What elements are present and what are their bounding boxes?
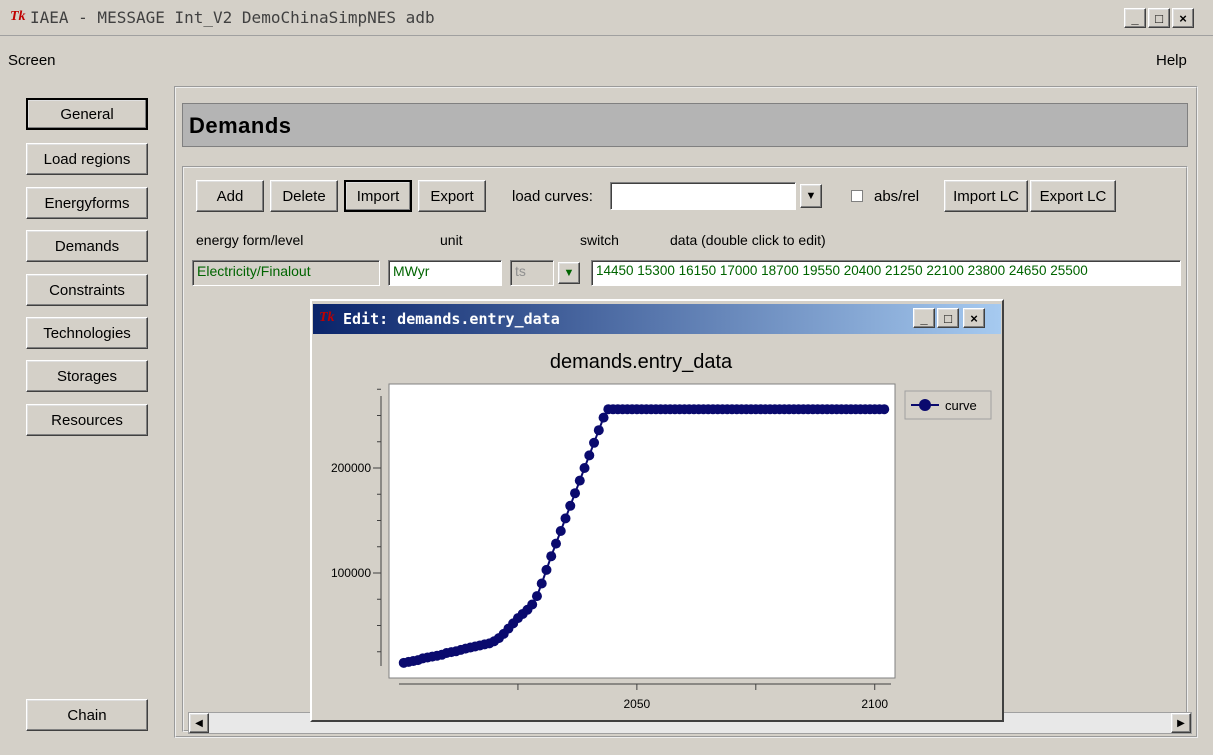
data-point (527, 599, 538, 610)
delete-button[interactable]: Delete (270, 180, 338, 212)
load-curves-label: load curves: (512, 188, 593, 205)
menu-help[interactable]: Help (1156, 52, 1187, 69)
data-point (565, 500, 576, 511)
data-point (584, 450, 595, 461)
chart-legend: curve (904, 390, 992, 420)
demand-chart: demands.entry_data 1000002000002050 2100 … (331, 351, 992, 711)
scroll-right-button[interactable]: ▶ (1171, 713, 1191, 733)
y-tick-label: 200000 (331, 461, 371, 475)
absrel-label: abs/rel (874, 188, 920, 205)
nav-resources-button[interactable]: Resources (26, 404, 148, 436)
chevron-down-icon: ▼ (563, 267, 575, 279)
dialog-minimize-button[interactable]: _ (913, 308, 935, 328)
add-button[interactable]: Add (196, 180, 264, 212)
chart-title: demands.entry_data (550, 351, 733, 373)
arrow-left-icon: ◀ (195, 717, 203, 729)
export-lc-button[interactable]: Export LC (1030, 180, 1116, 212)
data-point (589, 437, 600, 448)
tk-logo-icon: Tk (319, 310, 335, 325)
nav-chain-button[interactable]: Chain (26, 699, 148, 731)
minimize-button[interactable]: _ (1124, 8, 1146, 28)
data-point (598, 412, 609, 423)
data-field[interactable]: 14450 15300 16150 17000 18700 19550 2040… (591, 260, 1181, 286)
edit-dialog-titlebar: Tk Edit: demands.entry_data _ □ × (313, 304, 1001, 334)
dialog-maximize-button[interactable]: □ (937, 308, 959, 328)
data-point (579, 463, 590, 473)
edit-dialog-title: Edit: demands.entry_data (343, 310, 560, 328)
data-point (593, 425, 604, 436)
scroll-left-button[interactable]: ◀ (189, 713, 209, 733)
plot-area (388, 383, 896, 679)
arrow-right-icon: ▶ (1177, 717, 1185, 729)
data-point (574, 475, 585, 486)
nav-general-button[interactable]: General (26, 98, 148, 130)
data-point (541, 564, 552, 575)
load-curves-select[interactable] (610, 182, 796, 210)
data-point (560, 513, 571, 524)
data-point (536, 578, 547, 589)
unit-field[interactable]: MWyr (388, 260, 502, 286)
data-point (531, 591, 542, 602)
data-point (546, 551, 557, 562)
page-header: Demands (182, 103, 1188, 147)
nav-technologies-button[interactable]: Technologies (26, 317, 148, 349)
dialog-close-button[interactable]: × (963, 308, 985, 328)
export-button[interactable]: Export (418, 180, 486, 212)
window-title: IAEA - MESSAGE Int_V2 DemoChinaSimpNES a… (30, 8, 435, 27)
switch-field[interactable]: ts (510, 260, 554, 286)
nav-storages-button[interactable]: Storages (26, 360, 148, 392)
nav-constraints-button[interactable]: Constraints (26, 274, 148, 306)
import-button[interactable]: Import (344, 180, 412, 212)
energy-form-column-label: energy form/level (196, 232, 304, 248)
nav-energyforms-button[interactable]: Energyforms (26, 187, 148, 219)
switch-dropdown-button[interactable]: ▼ (558, 262, 580, 284)
x-tick-label: 2100 (861, 697, 888, 711)
legend-marker-icon (919, 399, 931, 411)
data-column-label: data (double click to edit) (670, 232, 826, 248)
nav-load-regions-button[interactable]: Load regions (26, 143, 148, 175)
chevron-down-icon: ▼ (805, 190, 817, 202)
data-point (550, 538, 561, 549)
close-button[interactable]: × (1172, 8, 1194, 28)
legend-label: curve (945, 398, 977, 413)
menu-screen[interactable]: Screen (8, 52, 56, 69)
energy-form-field[interactable]: Electricity/Finalout (192, 260, 380, 286)
load-curves-dropdown-button[interactable]: ▼ (800, 184, 822, 208)
data-point (879, 404, 890, 415)
x-tick-label: 2050 (624, 697, 651, 711)
import-lc-button[interactable]: Import LC (944, 180, 1028, 212)
page-title: Demands (189, 113, 292, 138)
tk-logo-icon: Tk (10, 9, 26, 24)
switch-column-label: switch (580, 232, 619, 248)
maximize-button[interactable]: □ (1148, 8, 1170, 28)
menubar: Screen Help (0, 46, 1213, 76)
data-point (570, 488, 581, 499)
unit-column-label: unit (440, 232, 463, 248)
y-tick-label: 100000 (331, 566, 371, 580)
absrel-checkbox[interactable] (851, 190, 863, 202)
data-point (555, 526, 566, 536)
nav-demands-button[interactable]: Demands (26, 230, 148, 262)
window-titlebar: Tk IAEA - MESSAGE Int_V2 DemoChinaSimpNE… (0, 0, 1213, 36)
